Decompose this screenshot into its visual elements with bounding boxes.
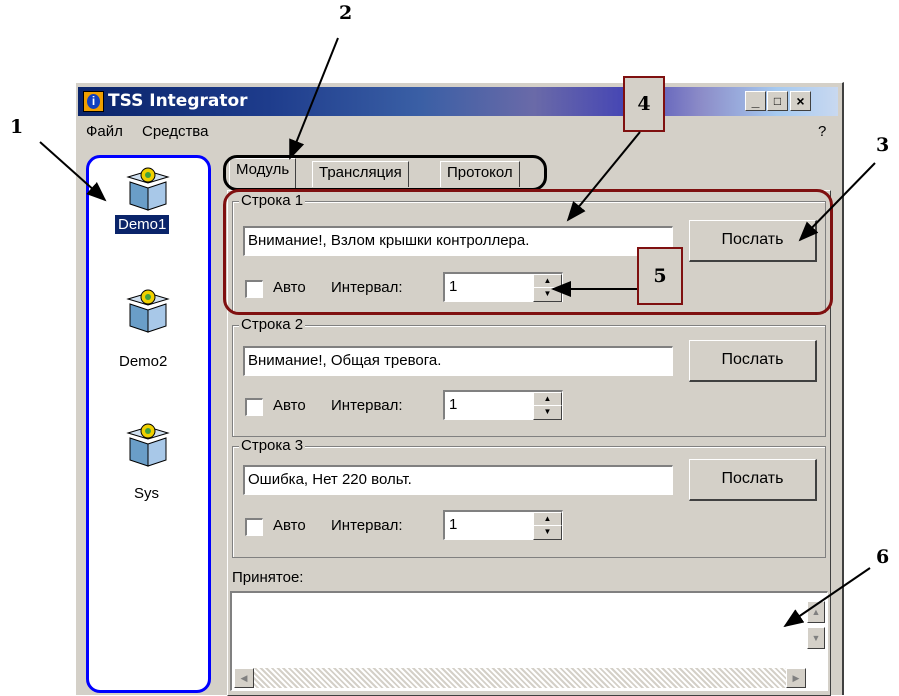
arrow-4: [566, 131, 641, 222]
annotation-arrows: [39, 37, 876, 628]
arrow-6: [783, 567, 871, 628]
arrow-2: [289, 37, 339, 160]
arrow-1: [39, 141, 107, 202]
arrow-3: [798, 162, 876, 242]
